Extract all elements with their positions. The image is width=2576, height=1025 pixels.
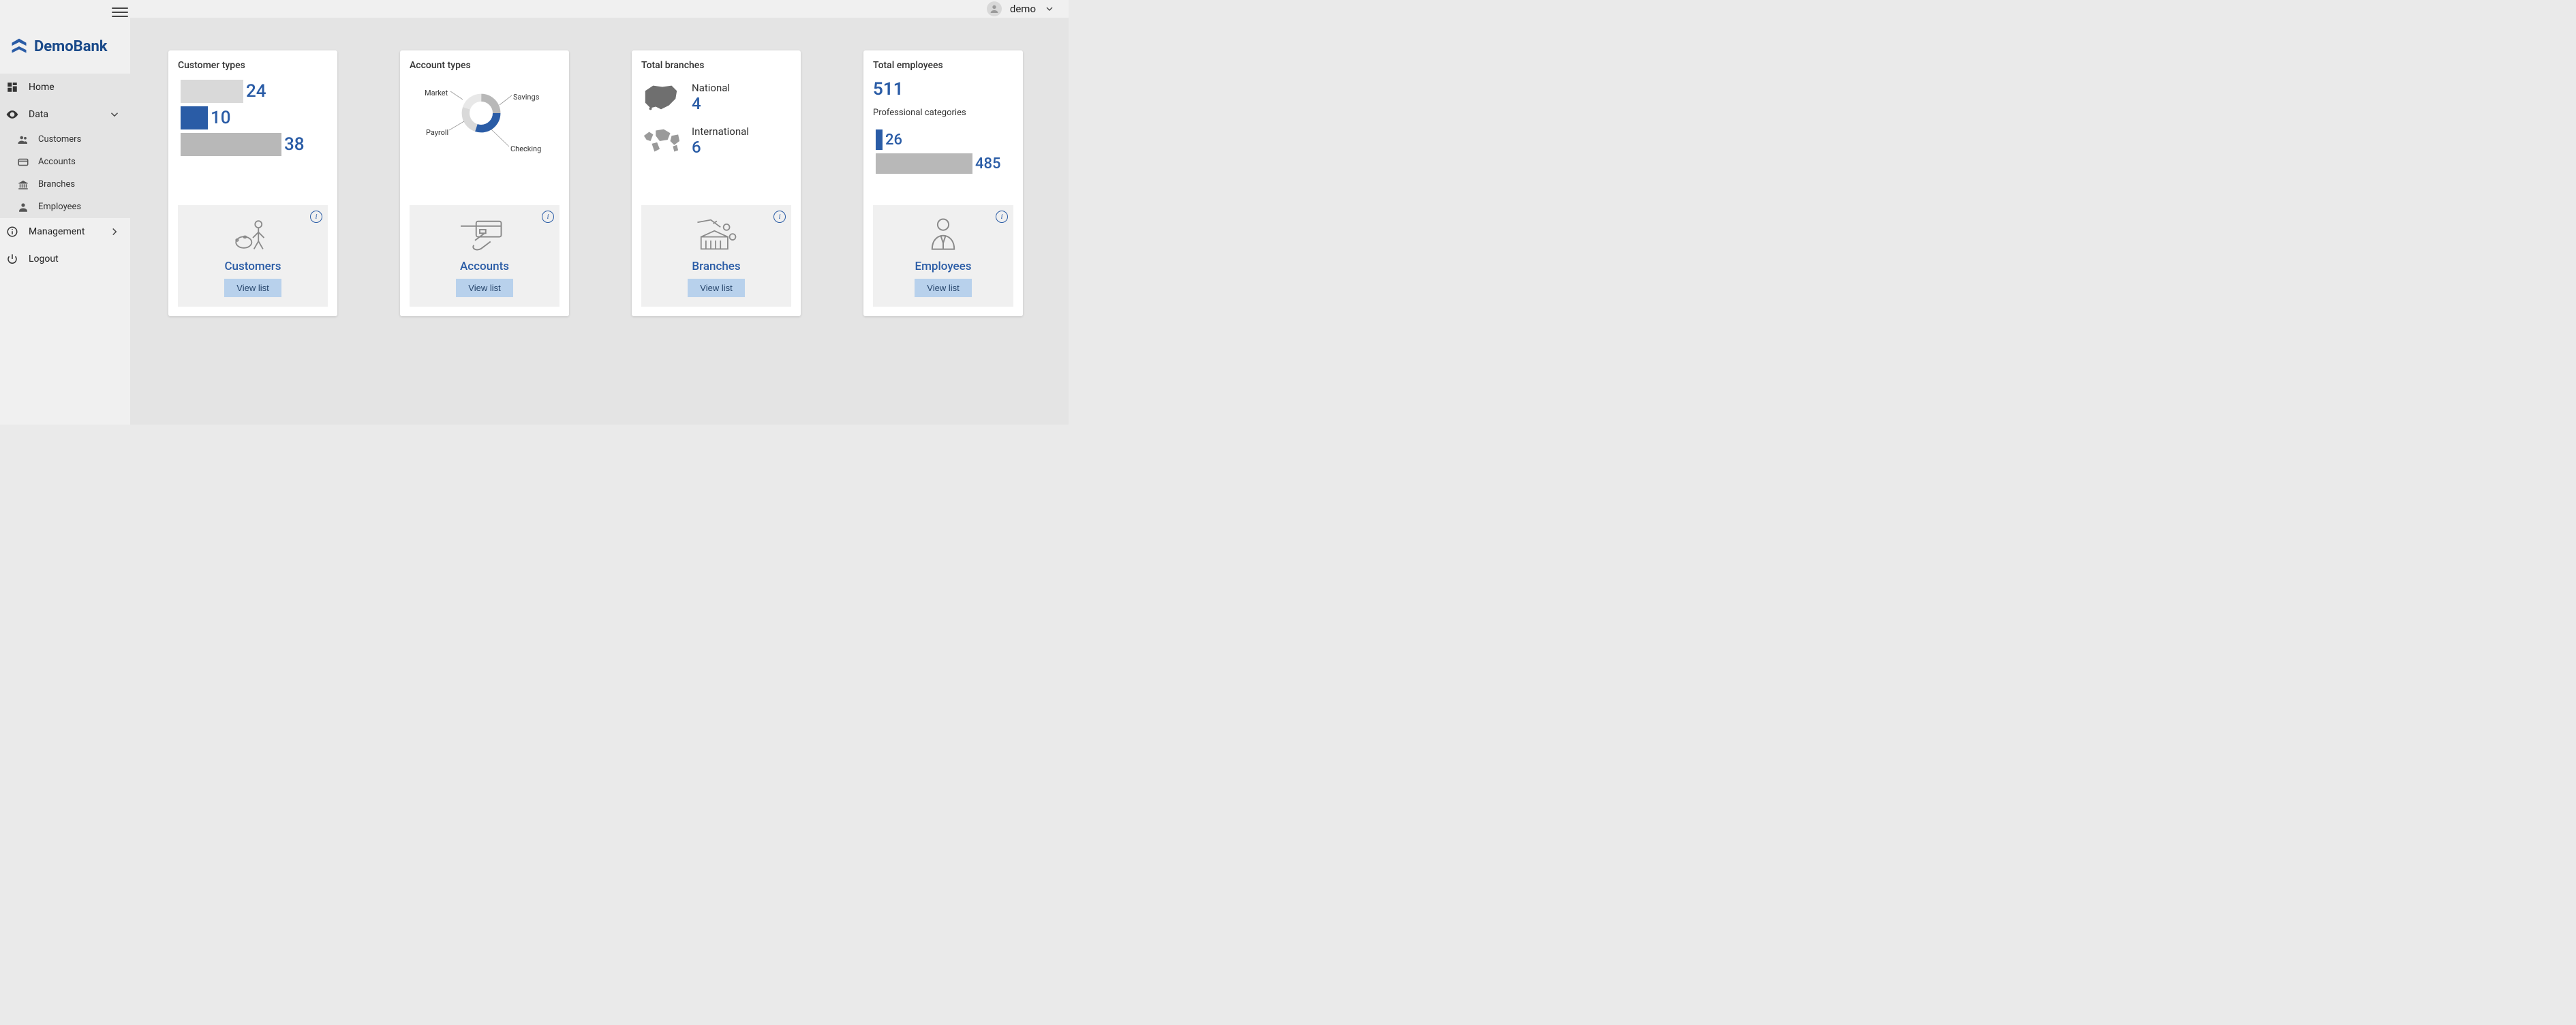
branches-art-icon	[648, 213, 784, 256]
info-icon[interactable]: i	[542, 211, 554, 223]
card-title: Account types	[410, 60, 559, 71]
topbar: demo	[130, 0, 1069, 18]
footer-label: Branches	[648, 260, 784, 273]
dashboard-icon	[5, 80, 19, 94]
sidebar-item-management[interactable]: Management	[0, 218, 130, 245]
bar-row: 24	[181, 79, 328, 104]
dashboard-content: Customer types 24 10 38	[130, 18, 1069, 425]
brand-name: DemoBank	[34, 38, 108, 55]
sidebar: DemoBank Home Data Customers	[0, 0, 130, 425]
card-title: Total branches	[641, 60, 791, 71]
info-icon[interactable]: i	[773, 211, 786, 223]
info-icon[interactable]: i	[996, 211, 1008, 223]
bank-icon	[16, 178, 30, 192]
view-list-button[interactable]: View list	[224, 279, 281, 297]
view-list-button[interactable]: View list	[688, 279, 744, 297]
branch-value: 6	[692, 138, 749, 157]
bar-row: 26	[876, 129, 1013, 151]
map-national-icon	[641, 82, 681, 112]
card-icon	[16, 155, 30, 169]
employees-chart: 26 485	[873, 129, 1013, 174]
card-title: Customer types	[178, 60, 328, 71]
bar	[181, 106, 208, 129]
branch-row-international: International 6	[641, 125, 791, 157]
footer-label: Accounts	[416, 260, 553, 273]
branch-row-national: National 4	[641, 82, 791, 113]
sidebar-sub-customers[interactable]: Customers	[0, 128, 130, 151]
sidebar-item-label: Data	[29, 109, 48, 120]
bar-value: 10	[211, 108, 231, 128]
card-footer: i Employees View list	[873, 205, 1013, 307]
bar-value: 24	[246, 81, 266, 102]
bar-value: 38	[284, 134, 305, 155]
branch-value: 4	[692, 94, 730, 113]
brand: DemoBank	[0, 25, 130, 74]
bar-row: 485	[876, 153, 1013, 174]
card-footer: i Accounts View list	[410, 205, 559, 307]
sidebar-sub-employees[interactable]: Employees	[0, 196, 130, 218]
bar	[181, 80, 243, 103]
footer-label: Customers	[185, 260, 321, 273]
sidebar-sub-label: Customers	[38, 134, 81, 144]
account-types-chart: Market Savings Payroll Checking	[410, 79, 553, 161]
chevron-right-icon	[108, 226, 121, 238]
sidebar-item-data[interactable]: Data	[0, 101, 130, 128]
bar-value: 485	[975, 155, 1001, 172]
card-account-types: Account types Market Savings Payroll Che…	[400, 50, 569, 316]
info-icon[interactable]: i	[310, 211, 322, 223]
bar-row: 38	[181, 132, 328, 157]
bar	[876, 129, 883, 150]
sidebar-sub-label: Accounts	[38, 157, 76, 167]
sidebar-item-logout[interactable]: Logout	[0, 245, 130, 273]
chevron-down-icon[interactable]	[1044, 3, 1055, 14]
chevron-down-icon	[108, 108, 121, 121]
card-title: Total employees	[873, 60, 1013, 71]
eye-icon	[5, 108, 19, 121]
hamburger-icon[interactable]	[112, 4, 128, 20]
main: demo Customer types 24 10	[130, 0, 1069, 425]
view-list-button[interactable]: View list	[915, 279, 971, 297]
brand-logo-icon	[10, 37, 29, 56]
branch-label: National	[692, 82, 730, 94]
footer-label: Employees	[880, 260, 1007, 273]
view-list-button[interactable]: View list	[456, 279, 512, 297]
sidebar-item-home[interactable]: Home	[0, 74, 130, 101]
branch-label: International	[692, 125, 749, 138]
sidebar-sub-branches[interactable]: Branches	[0, 173, 130, 196]
sidebar-sub-label: Branches	[38, 179, 75, 189]
sidebar-item-label: Logout	[29, 254, 59, 264]
card-footer: i Customers View list	[178, 205, 328, 307]
sidebar-sub-label: Employees	[38, 202, 81, 212]
sidebar-item-label: Home	[29, 82, 55, 93]
card-employees: Total employees 511 Professional categor…	[863, 50, 1023, 316]
bar	[876, 153, 972, 174]
bar-value: 26	[885, 132, 902, 149]
card-customer-types: Customer types 24 10 38	[168, 50, 337, 316]
map-world-icon	[641, 126, 681, 156]
user-label: demo	[1010, 3, 1036, 15]
bar	[181, 133, 281, 156]
sidebar-item-label: Management	[29, 226, 85, 237]
power-icon	[5, 252, 19, 266]
leader-lines-icon	[410, 79, 553, 161]
customer-types-chart: 24 10 38	[178, 79, 328, 157]
employees-total: 511	[873, 79, 1013, 100]
info-icon	[5, 225, 19, 239]
people-icon	[16, 133, 30, 147]
card-footer: i Branches View list	[641, 205, 791, 307]
employees-subtitle: Professional categories	[873, 108, 1013, 118]
avatar[interactable]	[987, 1, 1002, 16]
customers-art-icon	[185, 213, 321, 256]
branches-stats: National 4	[641, 82, 791, 157]
card-branches: Total branches National 4	[632, 50, 801, 316]
sidebar-sub-accounts[interactable]: Accounts	[0, 151, 130, 173]
accounts-art-icon	[416, 213, 553, 256]
person-icon	[16, 200, 30, 214]
employees-art-icon	[880, 213, 1007, 256]
bar-row: 10	[181, 106, 328, 130]
